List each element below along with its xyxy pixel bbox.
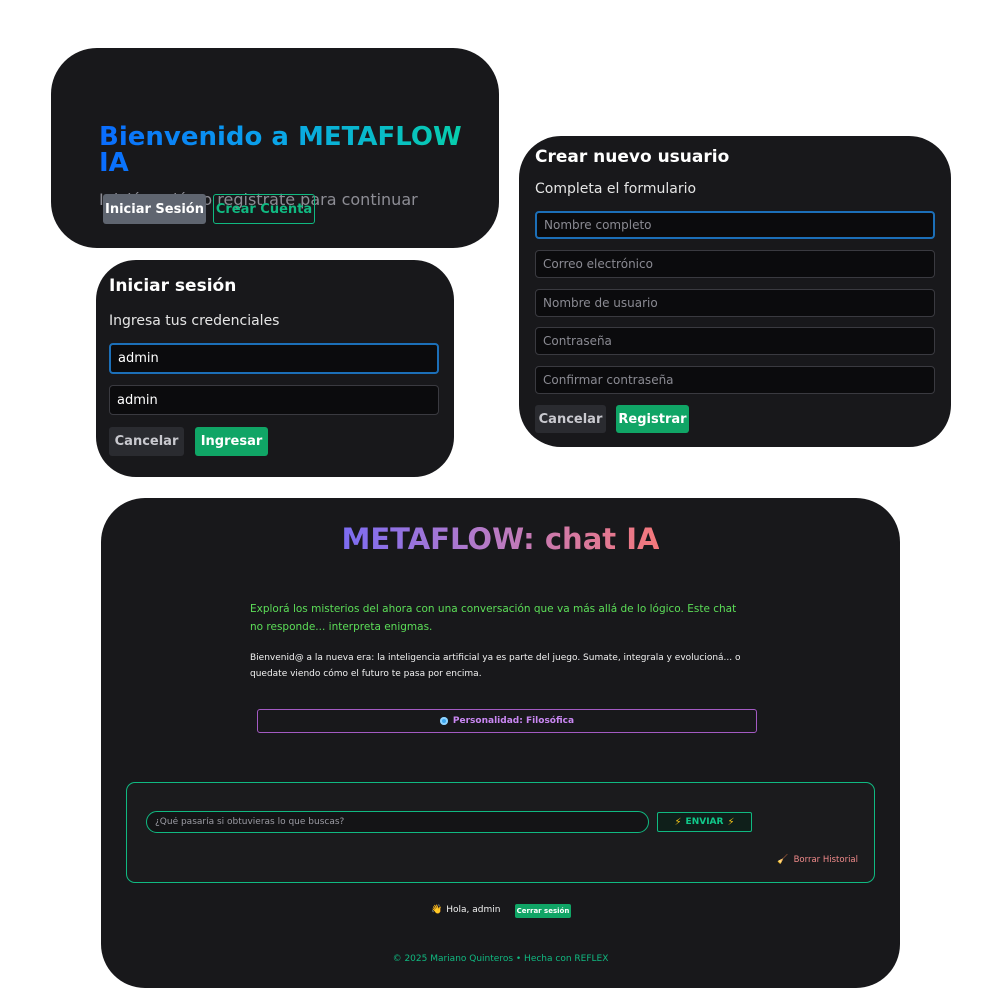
username-input[interactable] xyxy=(109,343,439,374)
logout-button[interactable]: Cerrar sesión xyxy=(515,904,571,918)
chat-title-wrap: METAFLOW: chat IA xyxy=(101,522,900,556)
footer-text: © 2025 Mariano Quinteros • Hecha con REF… xyxy=(392,954,609,964)
send-button[interactable]: ⚡ ENVIAR ⚡ xyxy=(657,812,752,832)
register-submit-button[interactable]: Registrar xyxy=(616,405,689,433)
chat-input[interactable] xyxy=(146,811,649,833)
confirm-password-input[interactable] xyxy=(535,366,935,394)
globe-icon xyxy=(439,717,448,725)
welcome-card: Bienvenido a METAFLOW IA Iniciá sesión o… xyxy=(51,48,499,248)
register-subtitle: Completa el formulario xyxy=(535,181,697,197)
greeting: 👋 Hola, admin xyxy=(431,905,500,915)
register-password-input[interactable] xyxy=(535,327,935,355)
broom-icon: 🧹 xyxy=(777,855,789,865)
clear-history-label: Borrar Historial xyxy=(793,855,858,865)
chat-card: METAFLOW: chat IA Explorá los misterios … xyxy=(101,498,900,988)
login-subtitle: Ingresa tus credenciales xyxy=(109,313,280,329)
login-cancel-button[interactable]: Cancelar xyxy=(109,427,184,456)
login-button[interactable]: Iniciar Sesión xyxy=(103,194,206,224)
welcome-title: Bienvenido a METAFLOW IA xyxy=(99,124,499,176)
register-cancel-button[interactable]: Cancelar xyxy=(535,405,606,433)
email-input[interactable] xyxy=(535,250,935,278)
create-account-button[interactable]: Crear Cuenta xyxy=(213,194,315,224)
full-name-input[interactable] xyxy=(535,211,935,239)
lightning-icon: ⚡ xyxy=(674,816,682,828)
personality-label: Personalidad: Filosófica xyxy=(452,716,575,726)
login-submit-button[interactable]: Ingresar xyxy=(195,427,268,456)
login-title: Iniciar sesión xyxy=(109,276,237,296)
greeting-text: Hola, admin xyxy=(446,905,501,915)
personality-selector[interactable]: Personalidad: Filosófica xyxy=(257,709,757,733)
register-title: Crear nuevo usuario xyxy=(535,147,730,167)
chat-input-panel: ⚡ ENVIAR ⚡ 🧹 Borrar Historial xyxy=(126,782,875,883)
send-label: ENVIAR xyxy=(685,817,724,827)
chat-welcome-text: Bienvenid@ a la nueva era: la inteligenc… xyxy=(250,653,741,679)
wave-icon: 👋 xyxy=(431,905,443,915)
clear-history-button[interactable]: 🧹 Borrar Historial xyxy=(777,855,858,865)
chat-intro-text: Explorá los misterios del ahora con una … xyxy=(250,603,737,633)
register-card: Crear nuevo usuario Completa el formular… xyxy=(519,136,951,447)
password-input[interactable] xyxy=(109,385,439,415)
lightning-icon: ⚡ xyxy=(727,816,735,828)
login-card: Iniciar sesión Ingresa tus credenciales … xyxy=(96,260,454,477)
chat-title: METAFLOW: chat IA xyxy=(341,522,660,556)
register-username-input[interactable] xyxy=(535,289,935,317)
